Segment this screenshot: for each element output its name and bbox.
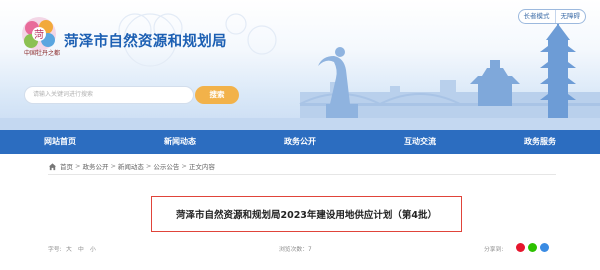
breadcrumb-announcements[interactable]: 公示公告 [153, 161, 179, 171]
article-title-highlight: 菏泽市自然资源和规划局2023年建设用地供应计划（第4批） [151, 196, 462, 232]
share-label: 分享到: [484, 247, 504, 253]
banner-scenery [0, 13, 600, 130]
breadcrumb-home[interactable]: 首页 [60, 161, 73, 171]
home-icon [48, 162, 57, 170]
breadcrumb-current: 正文内容 [188, 163, 215, 171]
font-size-small-button[interactable]: 小 [90, 244, 96, 253]
font-size-large-button[interactable]: 大 [66, 244, 72, 253]
breadcrumb-separator: > [181, 162, 187, 170]
article-title: 菏泽市自然资源和规划局2023年建设用地供应计划（第4批） [175, 210, 438, 221]
breadcrumb-separator: > [145, 162, 152, 170]
breadcrumb: 首页 > 政务公开 > 新闻动态 > 公示公告 > 正文内容 [48, 160, 215, 172]
nav-item-services[interactable]: 政务服务 [480, 130, 600, 154]
view-count: 浏览次数：7 [279, 247, 312, 253]
font-size-medium-button[interactable]: 中 [78, 244, 84, 253]
main-nav: 网站首页 新闻动态 政务公开 互动交流 政务服务 [0, 130, 600, 154]
search-button[interactable]: 搜索 [195, 86, 239, 104]
breadcrumb-separator: > [75, 162, 81, 170]
nav-item-home[interactable]: 网站首页 [0, 130, 120, 154]
nav-item-gov-affairs[interactable]: 政务公开 [240, 130, 360, 154]
breadcrumb-divider [48, 174, 556, 175]
logo-caption: 中国牡丹之都 [23, 50, 60, 57]
breadcrumb-news[interactable]: 新闻动态 [118, 161, 144, 171]
barrier-free-button[interactable]: 无障碍 [556, 10, 586, 23]
search-input[interactable]: 请输入关键词进行搜索 [24, 86, 194, 104]
qq-icon[interactable] [540, 243, 549, 252]
breadcrumb-gov-affairs[interactable]: 政务公开 [82, 161, 108, 171]
nav-item-interaction[interactable]: 互动交流 [360, 130, 480, 154]
font-size-label: 字号: [48, 247, 62, 253]
elderly-mode-button[interactable]: 长者模式 [519, 10, 555, 23]
breadcrumb-separator: > [110, 162, 116, 170]
svg-text:菏: 菏 [34, 29, 44, 41]
wechat-icon[interactable] [528, 243, 537, 252]
weibo-icon[interactable] [516, 243, 525, 252]
nav-item-news[interactable]: 新闻动态 [120, 130, 240, 154]
header-banner: 菏 中国牡丹之都 菏泽市自然资源和规划局 长者模式 无障碍 请输入关键词进行搜索… [0, 0, 600, 130]
article-meta: 字号: 大 中 小 浏览次数：7 分享到: [0, 243, 600, 256]
site-title[interactable]: 菏泽市自然资源和规划局 [64, 30, 227, 51]
accessibility-tools: 长者模式 无障碍 [517, 9, 586, 24]
